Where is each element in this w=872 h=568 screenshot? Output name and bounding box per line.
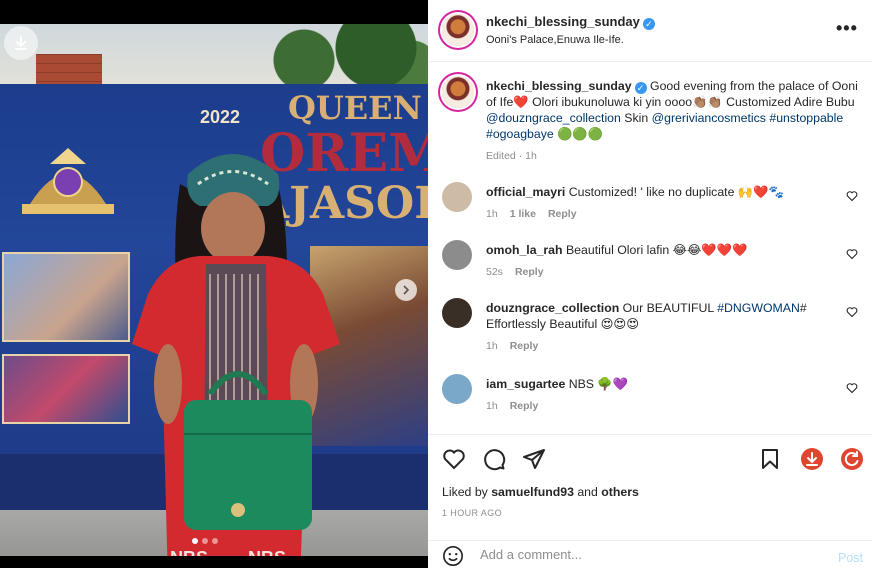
comment-like-heart-icon[interactable] bbox=[846, 248, 858, 260]
comment-body: official_mayri Customized! ' like no dup… bbox=[486, 184, 834, 222]
comment-time: 52s bbox=[486, 266, 503, 278]
post-location[interactable]: Ooni's Palace,Enuwa Ile-Ife. bbox=[486, 34, 624, 46]
chevron-right-icon bbox=[403, 285, 410, 295]
caption-part-c: Customized Adire Bubu bbox=[722, 95, 855, 109]
caption-tag-4[interactable]: #ogoagbaye bbox=[486, 127, 554, 141]
caption-username[interactable]: nkechi_blessing_sunday bbox=[486, 79, 632, 93]
carousel-dot bbox=[202, 538, 208, 544]
add-comment-input[interactable] bbox=[480, 547, 810, 562]
caption-part-d: Skin bbox=[620, 111, 652, 125]
comment-username[interactable]: douzngrace_collection bbox=[486, 301, 619, 315]
comment-like-heart-icon[interactable] bbox=[846, 382, 858, 394]
banner-year: 2022 bbox=[200, 107, 241, 127]
photo-scene: 2022 QUEEN OREMI AJASORO bbox=[0, 24, 428, 556]
comment-body: omoh_la_rah Beautiful Olori lafin 😂😂❤️❤️… bbox=[486, 242, 834, 280]
download-arrow-icon bbox=[15, 36, 27, 50]
carousel-dot bbox=[192, 538, 198, 544]
comment-avatar[interactable] bbox=[442, 298, 472, 328]
comment-text: Customized! ' like no duplicate 🙌❤️🐾 bbox=[568, 185, 784, 199]
verified-badge-icon: ✓ bbox=[634, 82, 647, 94]
liked-by-user[interactable]: samuelfund93 bbox=[491, 485, 574, 499]
heart-icon[interactable] bbox=[442, 447, 466, 471]
bookmark-icon[interactable] bbox=[758, 447, 782, 471]
banner-line1: QUEEN bbox=[288, 89, 422, 127]
author-avatar[interactable] bbox=[442, 14, 474, 46]
svg-text:NBS: NBS bbox=[248, 548, 286, 556]
caption-tag-3[interactable]: #unstoppable bbox=[769, 111, 843, 125]
comment-body: iam_sugartee NBS 🌳💜 1h Reply bbox=[486, 376, 834, 414]
post-timestamp[interactable]: 1 HOUR AGO bbox=[442, 508, 502, 518]
emoji-icon[interactable] bbox=[442, 545, 464, 567]
comment-like-heart-icon[interactable] bbox=[846, 190, 858, 202]
caption-text: nkechi_blessing_sunday ✓ Good evening fro… bbox=[486, 78, 858, 164]
comment-text-a: Our BEAUTIFUL bbox=[622, 301, 718, 315]
liked-by-prefix: Liked by bbox=[442, 485, 492, 499]
post-photo[interactable]: 2022 QUEEN OREMI AJASORO bbox=[0, 0, 428, 568]
reply-button[interactable]: Reply bbox=[548, 208, 577, 220]
banner-photo-1 bbox=[2, 252, 130, 342]
post-comment-button[interactable]: Post bbox=[838, 551, 863, 565]
comment-like-heart-icon[interactable] bbox=[846, 306, 858, 318]
reply-button[interactable]: Reply bbox=[515, 266, 544, 278]
crest-logo bbox=[22, 148, 114, 214]
download-icon[interactable] bbox=[800, 447, 824, 471]
next-photo-button[interactable] bbox=[395, 279, 417, 301]
comment-meta: 1h Reply bbox=[486, 338, 834, 354]
download-overlay-button[interactable] bbox=[4, 26, 38, 60]
liked-by-mid: and bbox=[573, 485, 602, 499]
caption-emoji-b: 👏🏽👏🏽 bbox=[692, 95, 723, 109]
comment-username[interactable]: official_mayri bbox=[486, 185, 565, 199]
liked-by-others[interactable]: others bbox=[601, 485, 639, 499]
caption-emoji-a: ❤️ bbox=[513, 95, 529, 109]
svg-text:NBS: NBS bbox=[170, 548, 208, 556]
verified-badge-icon: ✓ bbox=[642, 18, 655, 30]
comment-text: Beautiful Olori lafin 😂😂❤️❤️❤️ bbox=[565, 243, 748, 257]
post-header: nkechi_blessing_sunday ✓ Ooni's Palace,En… bbox=[428, 0, 872, 62]
comment-text: NBS 🌳💜 bbox=[568, 377, 629, 391]
photo-tree bbox=[250, 24, 428, 84]
carousel-dot bbox=[212, 538, 218, 544]
comment-likes[interactable]: 1 like bbox=[510, 208, 536, 220]
comment-meta: 52s Reply bbox=[486, 264, 834, 280]
comment-time: 1h bbox=[486, 340, 498, 352]
banner-photo-2 bbox=[2, 354, 130, 424]
comment-body: douzngrace_collection Our BEAUTIFUL #DNG… bbox=[486, 300, 834, 354]
caption-tag-1[interactable]: @douzngrace_collection bbox=[486, 111, 621, 125]
caption-tag-2[interactable]: @grerivian​cosmetics bbox=[652, 111, 766, 125]
reply-button[interactable]: Reply bbox=[510, 400, 539, 412]
woman-figure: NBS NBS bbox=[132, 154, 340, 556]
refresh-icon[interactable] bbox=[840, 447, 864, 471]
carousel-dots bbox=[192, 538, 218, 544]
more-options-button[interactable]: ••• bbox=[836, 18, 858, 39]
caption-meta: Edited · 1h bbox=[486, 148, 858, 164]
comment-username[interactable]: iam_sugartee bbox=[486, 377, 565, 391]
liked-by-line: Liked by samuelfund93 and others bbox=[442, 485, 639, 499]
author-name-row: nkechi_blessing_sunday ✓ bbox=[486, 14, 655, 30]
comment-meta: 1h Reply bbox=[486, 398, 834, 414]
comment-hashtag[interactable]: #DNGWOMAN bbox=[717, 301, 800, 315]
caption-part-b: Olori ibukunoluwa ki yin oooo bbox=[528, 95, 693, 109]
post-details-panel: nkechi_blessing_sunday ✓ Ooni's Palace,En… bbox=[428, 0, 872, 568]
comment-meta: 1h 1 like Reply bbox=[486, 206, 834, 222]
post-actions: Liked by samuelfund93 and others 1 HOUR … bbox=[428, 434, 872, 530]
comment-icon[interactable] bbox=[482, 447, 506, 471]
reply-button[interactable]: Reply bbox=[510, 340, 539, 352]
comment-avatar[interactable] bbox=[442, 240, 472, 270]
caption-emoji-c: 🟢🟢🟢 bbox=[557, 127, 604, 141]
share-icon[interactable] bbox=[522, 447, 546, 471]
comment-username[interactable]: omoh_la_rah bbox=[486, 243, 563, 257]
author-username[interactable]: nkechi_blessing_sunday bbox=[486, 14, 640, 29]
comments-list[interactable]: nkechi_blessing_sunday ✓ Good evening fro… bbox=[428, 62, 872, 434]
comment-time: 1h bbox=[486, 400, 498, 412]
comment-avatar[interactable] bbox=[442, 374, 472, 404]
add-comment-bar: Post bbox=[428, 540, 872, 568]
caption-avatar[interactable] bbox=[442, 76, 474, 108]
caption-edited: Edited · 1h bbox=[486, 150, 537, 162]
comment-avatar[interactable] bbox=[442, 182, 472, 212]
comment-time: 1h bbox=[486, 208, 498, 220]
